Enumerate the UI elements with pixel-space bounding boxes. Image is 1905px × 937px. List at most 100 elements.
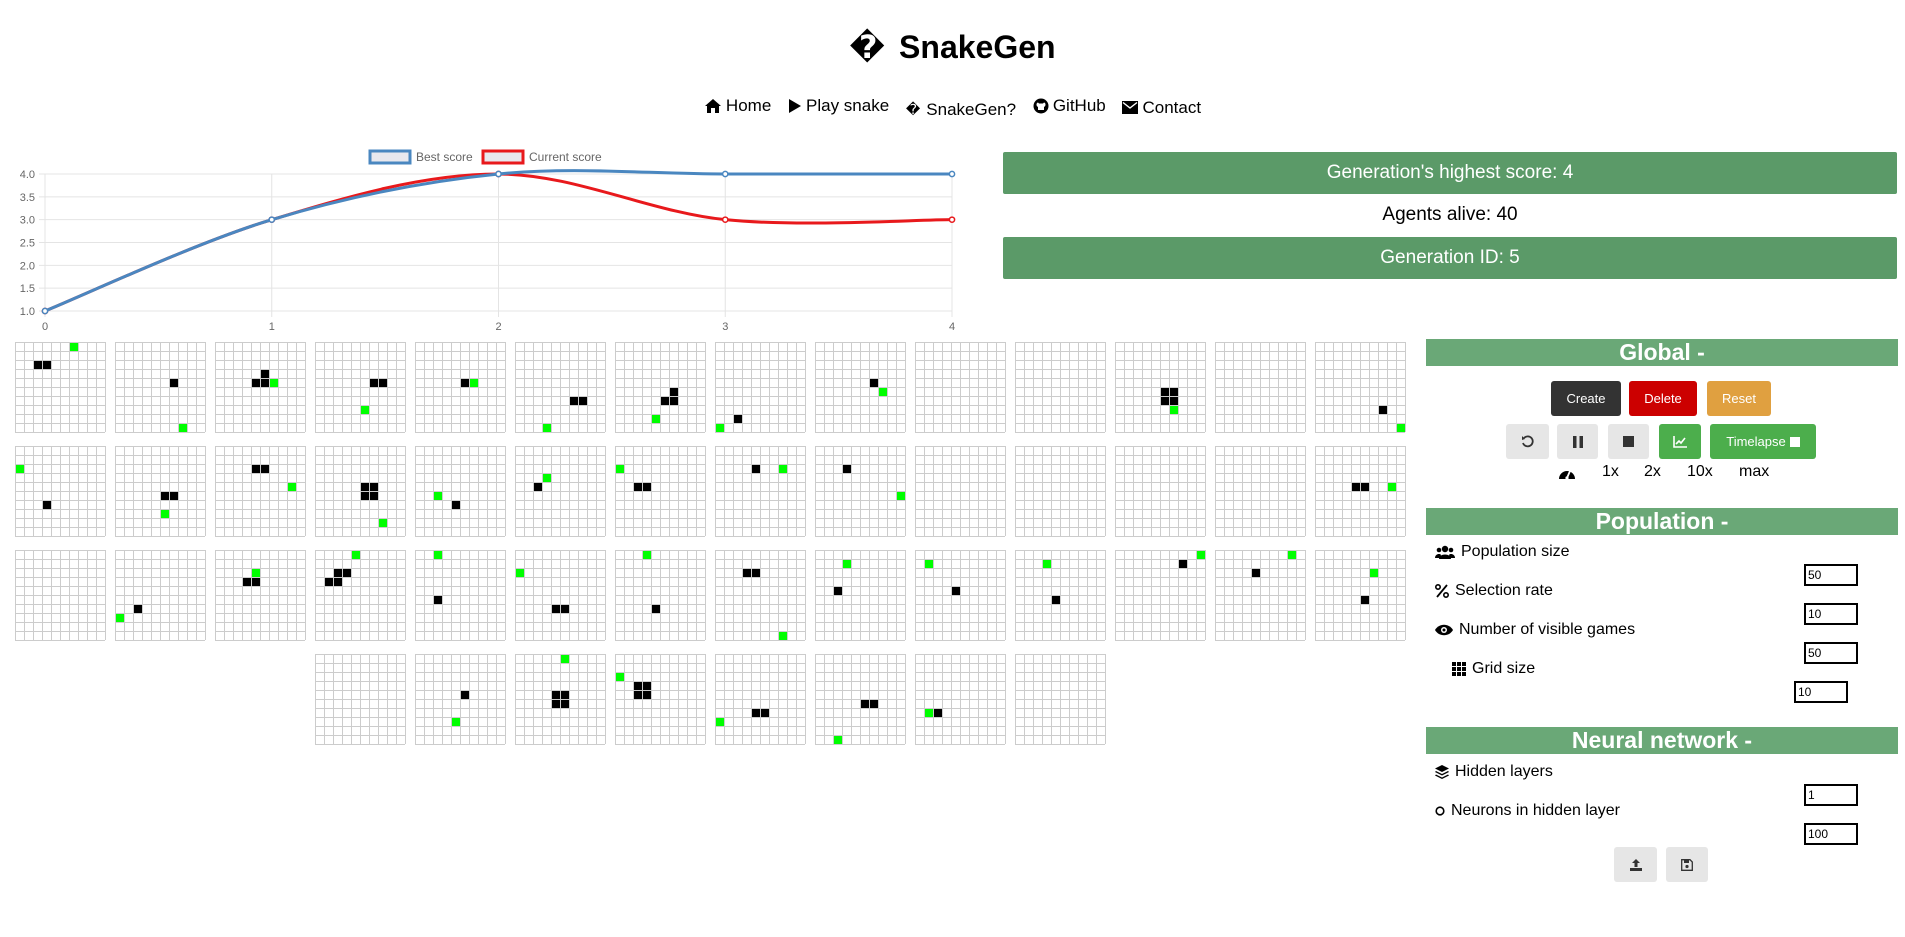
snake-game-board	[1115, 550, 1206, 641]
snake-segment	[552, 605, 560, 613]
nav-contact[interactable]: Contact	[1122, 98, 1201, 118]
save-button[interactable]	[1666, 847, 1708, 882]
speed-2x[interactable]: 2x	[1644, 463, 1661, 481]
y-tick-label: 1.0	[20, 306, 35, 318]
neural-network-header[interactable]: Neural network -	[1426, 727, 1898, 754]
food-cell	[1397, 424, 1405, 432]
data-point	[495, 170, 502, 178]
reset-button[interactable]: Reset	[1707, 381, 1771, 416]
x-tick-label: 1	[269, 321, 275, 333]
snake-segment	[752, 465, 760, 473]
speed-1x[interactable]: 1x	[1602, 463, 1619, 481]
chart-line-icon	[1673, 435, 1687, 448]
visible-games-input[interactable]	[1804, 642, 1858, 664]
snake-segment	[870, 379, 878, 387]
nav-github[interactable]: GitHub	[1033, 96, 1106, 116]
global-header[interactable]: Global -	[1426, 339, 1898, 366]
food-cell	[70, 343, 78, 351]
x-tick-label: 3	[722, 321, 728, 333]
population-header[interactable]: Population -	[1426, 508, 1898, 535]
snake-game-board	[415, 654, 506, 745]
timelapse-checkbox[interactable]	[1789, 436, 1800, 447]
neurons-text: Neurons in hidden layer	[1451, 802, 1620, 819]
food-cell	[561, 655, 569, 663]
snake-segment	[370, 483, 378, 491]
snake-segment	[561, 700, 569, 708]
play-icon	[789, 99, 802, 113]
snake-segment	[579, 397, 587, 405]
data-point	[948, 170, 956, 178]
floppy-disk-icon	[1681, 858, 1693, 871]
snake-game-board	[1215, 342, 1306, 433]
hidden-layers-label: Hidden layers	[1435, 763, 1553, 781]
hidden-layers-input[interactable]	[1804, 784, 1858, 806]
food-cell	[16, 465, 24, 473]
snake-segment	[334, 569, 342, 577]
speed-10x[interactable]: 10x	[1687, 463, 1713, 481]
grid-size-input[interactable]	[1794, 681, 1848, 703]
snake-segment	[261, 465, 269, 473]
selection-rate-input[interactable]	[1804, 603, 1858, 625]
x-tick-label: 0	[42, 321, 48, 333]
snake-game-board	[215, 446, 306, 537]
snake-segment	[1170, 397, 1178, 405]
snake-game-board	[315, 654, 406, 745]
snake-game-board	[1015, 446, 1106, 537]
snake-game-board	[915, 654, 1006, 745]
nav-snakegen[interactable]: � SnakeGen?	[906, 100, 1016, 120]
delete-button[interactable]: Delete	[1629, 381, 1697, 416]
snake-segment	[1161, 388, 1169, 396]
nav-snakegen-label: SnakeGen?	[926, 100, 1017, 119]
create-button[interactable]: Create	[1551, 381, 1621, 416]
snake-segment	[752, 569, 760, 577]
snake-game-board	[515, 342, 606, 433]
population-size-label: Population size	[1435, 543, 1570, 561]
food-cell	[834, 736, 842, 744]
snake-segment	[934, 709, 942, 717]
snake-segment	[370, 379, 378, 387]
data-point	[721, 216, 729, 224]
food-cell	[543, 474, 551, 482]
snake-game-board	[115, 342, 206, 433]
home-icon	[704, 99, 721, 113]
snake-segment	[643, 691, 651, 699]
agents-alive: Agents alive: 40	[1382, 204, 1518, 225]
snake-segment	[334, 578, 342, 586]
snake-game-board	[1315, 446, 1406, 537]
snake-segment	[761, 709, 769, 717]
snake-segment	[843, 465, 851, 473]
selection-rate-label: Selection rate	[1435, 582, 1553, 600]
upload-icon	[1629, 858, 1642, 871]
legend-swatch	[481, 149, 525, 165]
timelapse-toggle[interactable]: Timelapse	[1710, 424, 1816, 459]
food-cell	[716, 424, 724, 432]
neurons-input[interactable]	[1804, 823, 1858, 845]
snake-segment	[1052, 596, 1060, 604]
nav-play-snake[interactable]: Play snake	[788, 96, 889, 116]
snake-segment	[552, 700, 560, 708]
snake-segment	[361, 492, 369, 500]
stop-button[interactable]	[1608, 424, 1649, 459]
food-cell	[470, 379, 478, 387]
snake-game-board	[215, 550, 306, 641]
snake-game-board	[715, 550, 806, 641]
food-cell	[897, 492, 905, 500]
pause-button[interactable]	[1557, 424, 1598, 459]
food-cell	[925, 560, 933, 568]
snake-game-board	[715, 654, 806, 745]
snake-segment	[361, 483, 369, 491]
population-size-input[interactable]	[1804, 564, 1858, 586]
visible-games-text: Number of visible games	[1459, 621, 1636, 638]
speed-gauge-icon	[1559, 470, 1575, 480]
snake-game-board	[1315, 550, 1406, 641]
chart-toggle-button[interactable]	[1659, 424, 1701, 459]
restart-button[interactable]	[1506, 424, 1549, 459]
nav-home[interactable]: Home	[704, 96, 771, 116]
percent-icon	[1435, 584, 1449, 598]
food-cell	[616, 673, 624, 681]
visible-games-label: Number of visible games	[1435, 621, 1635, 639]
food-cell	[779, 632, 787, 640]
food-cell	[361, 406, 369, 414]
upload-button[interactable]	[1614, 847, 1657, 882]
speed-max[interactable]: max	[1739, 463, 1769, 481]
